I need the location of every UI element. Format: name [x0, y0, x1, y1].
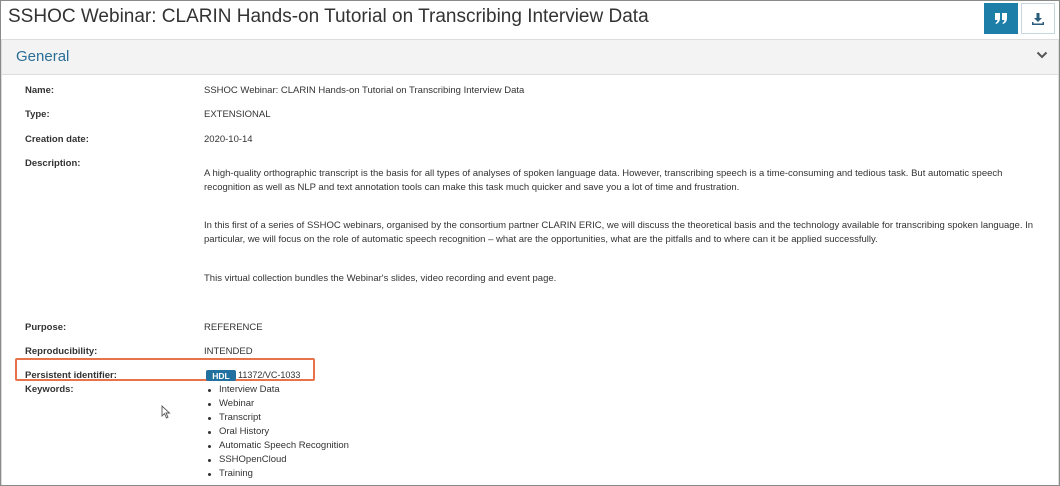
name-label: Name: [25, 85, 55, 96]
type-value: EXTENSIONAL [204, 109, 271, 120]
hdl-badge[interactable]: HDL [206, 370, 236, 381]
purpose-label: Purpose: [25, 322, 67, 333]
description-paragraph-3: This virtual collection bundles the Webi… [204, 273, 557, 284]
persistent-identifier-link[interactable]: 11372/VC-1033 [238, 370, 300, 380]
description-paragraph-1: A high-quality orthographic transcript i… [204, 168, 1003, 193]
cite-button[interactable] [984, 3, 1018, 34]
app-frame: SSHOC Webinar: CLARIN Hands-on Tutorial … [0, 0, 1060, 486]
creation-date-value: 2020-10-14 [204, 134, 253, 145]
panel-title[interactable]: General [16, 48, 69, 65]
general-panel: General [1, 39, 1059, 485]
purpose-value: REFERENCE [204, 322, 263, 333]
mouse-cursor-icon [161, 405, 171, 419]
name-value: SSHOC Webinar: CLARIN Hands-on Tutorial … [204, 85, 525, 96]
panel-heading[interactable]: General [2, 40, 1058, 75]
persistent-identifier-label: Persistent identifier: [25, 370, 117, 381]
keyword-item: Webinar [207, 397, 349, 411]
keyword-item: SSHOpenCloud [207, 453, 349, 467]
page-header: SSHOC Webinar: CLARIN Hands-on Tutorial … [1, 1, 1059, 37]
creation-date-label: Creation date: [25, 134, 89, 145]
keywords-list: Interview Data Webinar Transcript Oral H… [207, 383, 349, 481]
keyword-item: Oral History [207, 425, 349, 439]
reproducibility-label: Reproducibility: [25, 346, 98, 357]
header-actions [984, 3, 1055, 34]
reproducibility-value: INTENDED [204, 346, 253, 357]
quote-icon [994, 13, 1007, 24]
keyword-item: Transcript [207, 411, 349, 425]
type-label: Type: [25, 109, 50, 120]
keywords-label: Keywords: [25, 384, 74, 395]
download-button[interactable] [1021, 3, 1055, 34]
description-paragraph-2: In this first of a series of SSHOC webin… [204, 220, 1034, 245]
keyword-item: Interview Data [207, 383, 349, 397]
chevron-down-icon[interactable] [1036, 49, 1048, 61]
download-icon [1032, 12, 1044, 25]
keyword-item: Training [207, 467, 349, 481]
description-label: Description: [25, 158, 81, 169]
page-title: SSHOC Webinar: CLARIN Hands-on Tutorial … [8, 6, 649, 27]
keyword-item: Automatic Speech Recognition [207, 439, 349, 453]
